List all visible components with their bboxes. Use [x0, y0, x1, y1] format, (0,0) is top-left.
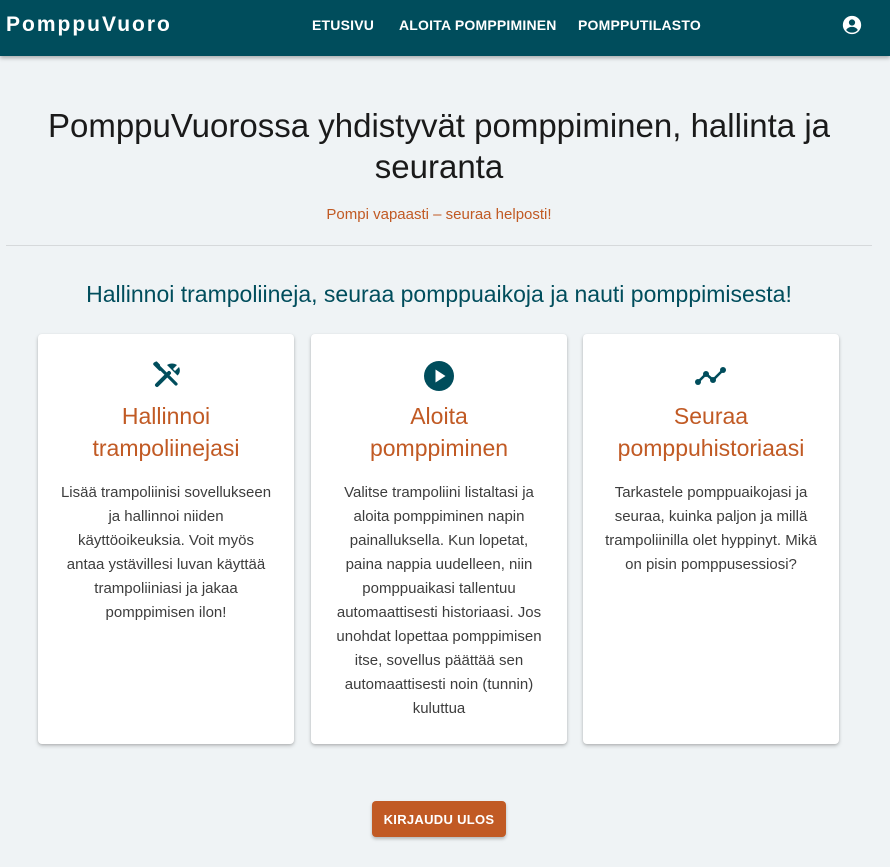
card-title: Seuraa pomppuhistoriaasi — [593, 400, 829, 464]
card-title-line: Seuraa — [673, 403, 749, 429]
card-title-line: pomppuhistoriaasi — [617, 435, 805, 461]
card-title-line: Hallinnoi — [121, 403, 211, 429]
app-bar: PomppuVuoro ETUSIVU ALOITA POMPPIMINEN P… — [0, 0, 890, 56]
nav-pomppukirjasto[interactable]: POMPPUTILASTO — [578, 17, 701, 33]
nav-etusivu[interactable]: ETUSIVU — [312, 17, 374, 33]
card-title-line: trampoliinejasi — [92, 435, 240, 461]
section-title: Hallinnoi trampoliineja, seuraa pomppuai… — [86, 281, 792, 307]
card-title-line: pomppiminen — [369, 435, 509, 461]
account-circle-icon[interactable] — [841, 14, 863, 36]
page-title: PomppuVuorossa yhdistyvät pomppiminen, h… — [47, 107, 831, 185]
card-text: Tarkastele pomppuaikojasi ja seuraa, kui… — [605, 484, 817, 573]
card-text: Valitse trampoliini listaltasi ja aloita… — [336, 484, 542, 717]
timeline-icon — [695, 367, 726, 385]
feature-card-manage: Hallinnoi trampoliinejasi Lisää trampoli… — [38, 334, 294, 744]
card-title: Hallinnoi trampoliinejasi — [48, 400, 284, 464]
divider — [6, 245, 872, 246]
feature-card-history: Seuraa pomppuhistoriaasi Tarkastele pomp… — [583, 334, 839, 744]
page-subtitle: Pompi vapaasti – seuraa helposti! — [326, 206, 552, 223]
feature-card-start: Aloita pomppiminen Valitse trampoliini l… — [311, 334, 567, 744]
tools-icon — [153, 361, 180, 387]
nav-aloita-pomppiminen[interactable]: ALOITA POMPPIMINEN — [399, 17, 557, 33]
play-circle-icon — [424, 361, 454, 391]
brand-logo[interactable]: PomppuVuoro — [6, 13, 172, 37]
card-title: Aloita pomppiminen — [321, 400, 557, 464]
logout-button[interactable]: KIRJAUDU ULOS — [372, 801, 506, 837]
card-title-line: Aloita — [410, 403, 468, 429]
card-text: Lisää trampoliinisi sovellukseen ja hall… — [60, 484, 272, 621]
